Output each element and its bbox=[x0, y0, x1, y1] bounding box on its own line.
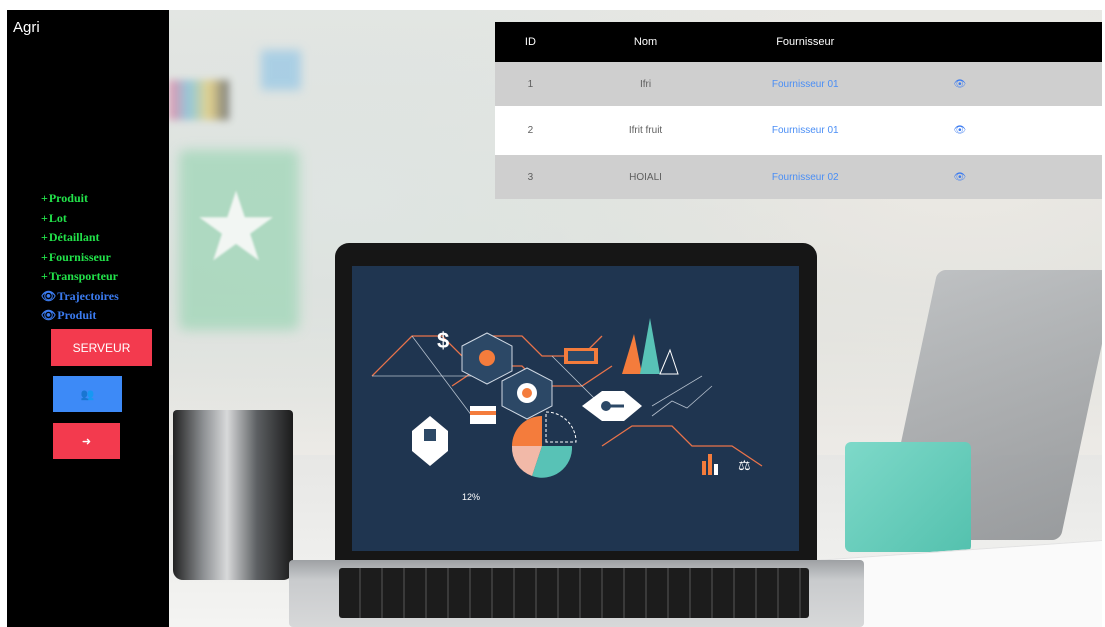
sidebar: Agri +Produit +Lot +Détaillant +Fourniss… bbox=[7, 10, 169, 627]
sign-out-icon: ➜ bbox=[81, 435, 92, 448]
users-icon: 👥 bbox=[80, 388, 95, 401]
users-button[interactable]: 👥 bbox=[53, 376, 122, 412]
cell-fournisseur-link[interactable]: Fournisseur 01 bbox=[725, 106, 885, 155]
supplier-table-container: ID Nom Fournisseur 1 Ifri Fournisseur 01… bbox=[495, 22, 1102, 199]
logout-button[interactable]: ➜ bbox=[53, 423, 120, 459]
header-actions bbox=[885, 22, 1034, 62]
header-id: ID bbox=[524, 36, 536, 48]
sidebar-item-label: Trajectoires bbox=[57, 288, 119, 303]
plus-icon: + bbox=[41, 230, 48, 244]
cell-id: 2 bbox=[527, 125, 534, 136]
cell-fournisseur-link[interactable]: Fournisseur 01 bbox=[725, 62, 885, 106]
header-spacer bbox=[1034, 22, 1102, 62]
sidebar-item-label: Lot bbox=[48, 210, 67, 225]
speaker-image bbox=[845, 442, 971, 552]
star-decoration: ★ bbox=[193, 174, 280, 281]
app-frame: ★ $ 12% ⚖ ID Nom Fournisseur 1 Ifri Four… bbox=[7, 10, 1102, 627]
table-header-row: ID Nom Fournisseur bbox=[495, 22, 1102, 62]
background-decoration bbox=[261, 50, 301, 90]
view-button[interactable]: 👁 bbox=[885, 106, 1034, 155]
sidebar-item-view-produit[interactable]: 👁Produit bbox=[41, 306, 119, 326]
eye-icon: 👁 bbox=[41, 288, 57, 303]
laptop-keyboard bbox=[339, 568, 809, 618]
header-fournisseur: Fournisseur bbox=[776, 36, 835, 48]
serveur-button[interactable]: SERVEUR bbox=[51, 329, 152, 366]
sidebar-item-add-lot[interactable]: +Lot bbox=[41, 209, 119, 229]
view-button[interactable]: 👁 bbox=[885, 155, 1034, 199]
sidebar-item-label: Fournisseur bbox=[48, 249, 111, 264]
supplier-table: ID Nom Fournisseur 1 Ifri Fournisseur 01… bbox=[495, 22, 1102, 199]
sidebar-item-add-produit[interactable]: +Produit bbox=[41, 189, 119, 209]
eye-icon: 👁 bbox=[41, 308, 57, 322]
plus-icon: + bbox=[41, 269, 48, 283]
cell-spacer bbox=[1034, 106, 1102, 155]
background-scene: ★ $ 12% ⚖ ID Nom Fournisseur 1 Ifri Four… bbox=[169, 10, 1102, 627]
eye-icon[interactable]: 👁 bbox=[953, 125, 966, 136]
sidebar-item-view-trajectoires[interactable]: 👁Trajectoires bbox=[41, 287, 119, 307]
plus-icon: + bbox=[41, 249, 48, 264]
cell-nom: Ifri bbox=[639, 78, 652, 90]
eye-icon[interactable]: 👁 bbox=[953, 79, 966, 90]
eye-icon[interactable]: 👁 bbox=[953, 172, 966, 183]
cell-spacer bbox=[1034, 62, 1102, 106]
brand-title: Agri bbox=[13, 19, 40, 36]
infographic-illustration: $ 12% ⚖ bbox=[371, 318, 763, 502]
sidebar-item-label: Détaillant bbox=[48, 230, 100, 244]
cell-spacer bbox=[1034, 155, 1102, 199]
plus-icon: + bbox=[41, 210, 48, 225]
sidebar-item-label: Transporteur bbox=[48, 269, 118, 283]
sidebar-item-add-transporteur[interactable]: +Transporteur bbox=[41, 267, 119, 287]
mug-image bbox=[173, 410, 293, 580]
sidebar-item-add-fournisseur[interactable]: +Fournisseur bbox=[41, 248, 119, 268]
cell-id: 3 bbox=[527, 171, 534, 183]
cell-fournisseur-link[interactable]: Fournisseur 02 bbox=[725, 155, 885, 199]
sidebar-nav: +Produit +Lot +Détaillant +Fournisseur +… bbox=[41, 189, 119, 326]
table-row: 3 HOIALI Fournisseur 02 👁 bbox=[495, 155, 1102, 199]
cell-nom: Ifrit fruit bbox=[628, 125, 663, 136]
sidebar-item-add-detaillant[interactable]: +Détaillant bbox=[41, 228, 119, 248]
table-row: 1 Ifri Fournisseur 01 👁 bbox=[495, 62, 1102, 106]
cell-id: 1 bbox=[527, 78, 534, 90]
background-decoration bbox=[169, 80, 229, 120]
svg-text:⚖: ⚖ bbox=[738, 458, 751, 474]
view-button[interactable]: 👁 bbox=[885, 62, 1034, 106]
sidebar-item-label: Produit bbox=[48, 191, 88, 205]
dollar-icon: $ bbox=[437, 328, 449, 353]
sidebar-item-label: Produit bbox=[57, 308, 97, 322]
plus-icon: + bbox=[41, 191, 48, 205]
table-row: 2 Ifrit fruit Fournisseur 01 👁 bbox=[495, 106, 1102, 155]
percent-caption: 12% bbox=[462, 492, 480, 502]
header-nom: Nom bbox=[633, 36, 658, 48]
cell-nom: HOIALI bbox=[629, 171, 662, 183]
laptop-screen: $ 12% ⚖ bbox=[352, 266, 799, 551]
